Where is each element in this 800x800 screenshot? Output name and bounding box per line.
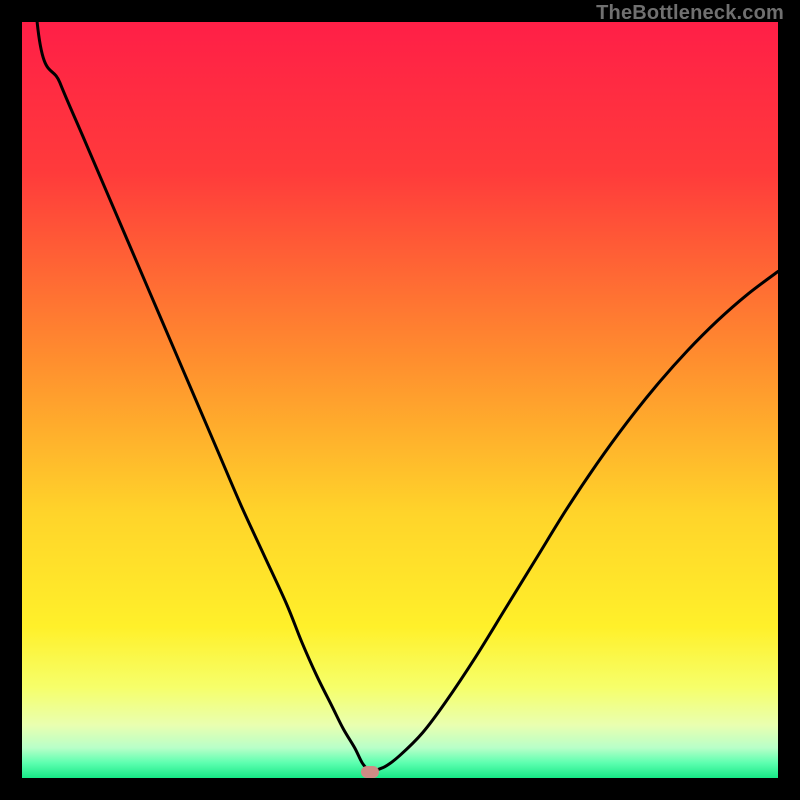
watermark-text: TheBottleneck.com xyxy=(596,2,784,25)
optimum-marker xyxy=(361,766,379,778)
chart-frame: TheBottleneck.com xyxy=(0,0,800,800)
plot-area xyxy=(22,22,778,778)
bottleneck-curve xyxy=(22,22,778,778)
